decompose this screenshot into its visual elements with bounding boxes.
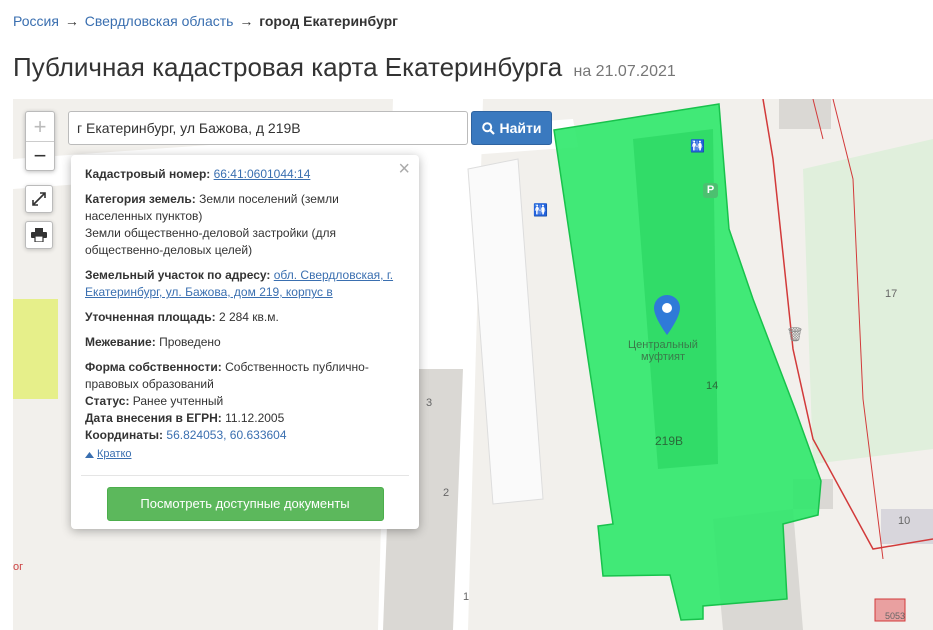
plot-number-label: 5053 [885, 611, 906, 621]
area-value: 2 284 кв.м. [218, 310, 279, 324]
ownership-row: Форма собственности: Собственность публи… [85, 359, 405, 393]
map-edge-label: ог [13, 561, 24, 573]
poi-label: Центральный муфтият [628, 339, 698, 363]
egrn-date-value: 11.12.2005 [225, 411, 285, 425]
zoom-out-button[interactable]: − [26, 141, 54, 170]
land-usage-value: Земли общественно-деловой застройки (для… [85, 226, 337, 257]
house-number-label: 1 [463, 591, 470, 603]
land-category-row: Категория земель: Земли поселений (земли… [85, 191, 405, 259]
collapse-toggle[interactable]: Кратко [85, 446, 132, 463]
area-label: Уточненная площадь: [85, 310, 216, 324]
page-title-text: Публичная кадастровая карта Екатеринбург… [13, 52, 563, 82]
cadastral-number-label: Кадастровый номер: [85, 167, 211, 181]
cadastral-number-row: Кадастровый номер: 66:41:0601044:14 [85, 166, 405, 183]
search-icon [481, 121, 495, 135]
egrn-date-label: Дата внесения в ЕГРН: [85, 411, 222, 425]
print-button[interactable] [25, 221, 53, 249]
breadcrumb-separator: → [239, 13, 254, 29]
survey-value: Проведено [159, 335, 221, 349]
coordinates-label: Координаты: [85, 428, 164, 442]
view-documents-button[interactable]: Посмотреть доступные документы [106, 487, 384, 521]
trash-icon: 🗑 [786, 326, 804, 342]
breadcrumb-separator: → [64, 13, 79, 29]
breadcrumb-current: город Екатеринбург [259, 13, 398, 29]
toilet-icon: 🚻 [533, 203, 548, 217]
map-pin-icon [654, 295, 680, 335]
collapse-toggle-label: Кратко [97, 448, 132, 460]
egrn-date-row: Дата внесения в ЕГРН: 11.12.2005 [85, 410, 405, 427]
toilet-icon: 🚻 [690, 139, 705, 153]
address-row: Земельный участок по адресу: обл. Свердл… [85, 267, 405, 301]
house-number-label: 17 [885, 288, 898, 300]
breadcrumb: Россия → Свердловская область → город Ек… [13, 13, 398, 29]
breadcrumb-link-region[interactable]: Свердловская область [85, 13, 234, 29]
zoom-control: + − [25, 111, 55, 171]
building-number-label: 219В [655, 434, 684, 448]
page-title: Публичная кадастровая карта Екатеринбург… [13, 52, 676, 83]
ownership-label: Форма собственности: [85, 360, 222, 374]
coordinates-link[interactable]: 56.824053, 60.633604 [166, 428, 286, 442]
coordinates-row: Координаты: 56.824053, 60.633604 [85, 427, 405, 444]
page-title-date: на 21.07.2021 [573, 63, 676, 80]
search-button[interactable]: Найти [471, 111, 552, 145]
house-number-label: 10 [898, 515, 911, 527]
area-row: Уточненная площадь: 2 284 кв.м. [85, 309, 405, 326]
print-icon [31, 228, 47, 242]
survey-row: Межевание: Проведено [85, 334, 405, 351]
parking-icon: P [703, 183, 718, 198]
popup-divider [81, 475, 409, 476]
close-icon[interactable]: × [398, 159, 410, 179]
parcel-info-popup: × Кадастровый номер: 66:41:0601044:14 Ка… [71, 155, 419, 529]
fullscreen-button[interactable] [25, 185, 53, 213]
location-marker[interactable] [654, 295, 680, 340]
search-button-label: Найти [499, 120, 542, 136]
address-search-input[interactable] [68, 111, 468, 145]
zoom-in-button[interactable]: + [26, 112, 54, 141]
parcel-number-label: 14 [706, 380, 719, 392]
expand-icon [32, 192, 46, 206]
house-number-label: 2 [443, 487, 450, 499]
land-category-label: Категория земель: [85, 192, 196, 206]
caret-up-icon [85, 451, 94, 458]
survey-label: Межевание: [85, 335, 156, 349]
status-row: Статус: Ранее учтенный [85, 393, 405, 410]
house-number-label: 3 [426, 397, 433, 409]
status-label: Статус: [85, 394, 130, 408]
cadastral-number-link[interactable]: 66:41:0601044:14 [214, 167, 311, 181]
status-value: Ранее учтенный [132, 394, 224, 408]
cadastral-map[interactable]: Центральный муфтият 14 219В 17 10 3 2 1 … [13, 99, 933, 630]
address-label: Земельный участок по адресу: [85, 268, 271, 282]
breadcrumb-link-russia[interactable]: Россия [13, 13, 59, 29]
